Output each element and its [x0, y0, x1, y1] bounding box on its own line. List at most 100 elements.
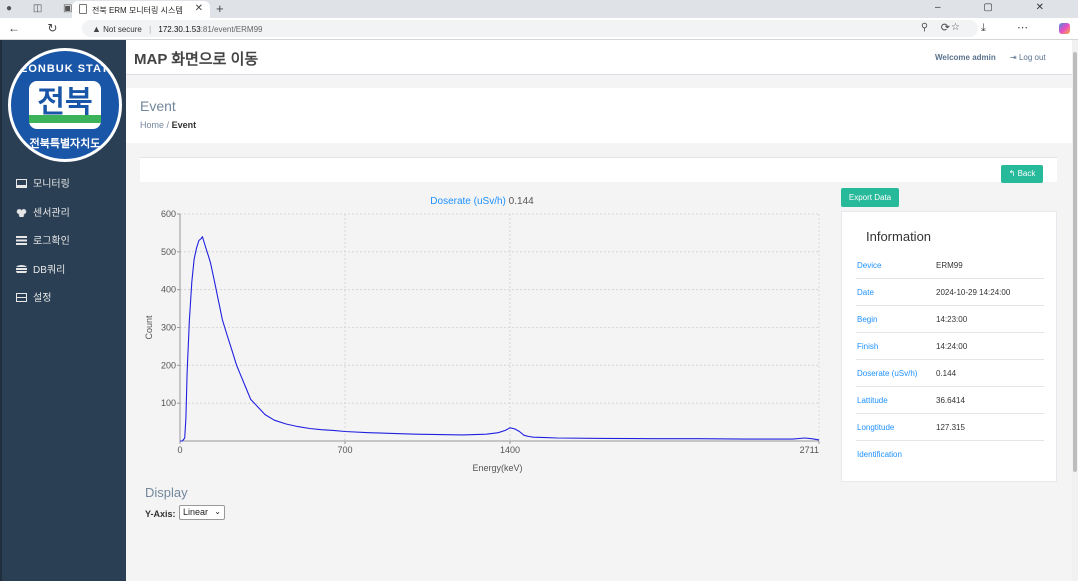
breadcrumb-home[interactable]: Home: [140, 120, 164, 130]
spectrum-chart-panel: 100 200 300 400 500 600 0 700 1400 2711 Doserate (…: [140, 182, 834, 482]
logout-label: Log out: [1018, 53, 1046, 62]
sidebar-item-logs[interactable]: 로그확인: [16, 235, 70, 264]
y-tick-label: 400: [161, 285, 176, 295]
browser-tab[interactable]: 전북 ERM 모니터링 시스템 ✕: [72, 1, 210, 18]
y-tick-label: 300: [161, 323, 176, 333]
spectrum-chart[interactable]: 100 200 300 400 500 600 0 700 1400 2711 Doserate (…: [140, 182, 834, 482]
info-key: Date: [857, 288, 874, 297]
y-tick-label: 600: [161, 209, 176, 219]
sidebar-item-label: 설정: [33, 293, 52, 304]
logout-link[interactable]: ⇥ Log out: [1010, 53, 1046, 62]
info-row-device: Device ERM99: [856, 252, 1044, 279]
page-header: Event Home / Event: [126, 88, 1072, 143]
url-separator: |: [149, 25, 152, 34]
logo-top-text: JEONBUK STATE: [12, 63, 118, 75]
back-button[interactable]: ↰ Back: [1001, 165, 1043, 183]
reply-icon: ↰: [1008, 169, 1018, 178]
info-row-identification: Identification: [856, 441, 1044, 468]
url-host: 172.30.1.53: [158, 25, 201, 34]
breadcrumb-current: Event: [171, 120, 197, 130]
x-tick-label: 0: [177, 445, 182, 455]
y-axis-label: Count: [144, 315, 154, 340]
jeonbuk-logo[interactable]: JEONBUK STATE 전북 전북특별자치도: [8, 48, 122, 162]
info-value: 14:23:00: [936, 315, 968, 324]
y-tick-label: 100: [161, 398, 176, 408]
top-nav: MAP 화면으로 이동 Welcome admin ⇥ Log out: [126, 40, 1072, 75]
x-axis-label: Energy(keV): [472, 463, 522, 473]
info-value: 127.315: [936, 423, 965, 432]
info-row-finish: Finish 14:24:00: [856, 333, 1044, 360]
info-row-date: Date 2024-10-29 14:24:00: [856, 279, 1044, 306]
back-button-label: Back: [1017, 169, 1036, 178]
breadcrumb: Home / Event: [140, 120, 196, 130]
browser-profile-icons[interactable]: ● ◫ ▣: [6, 3, 82, 14]
info-key: Identification: [857, 450, 902, 459]
list-icon: [16, 236, 27, 245]
url-path: :81/event/ERM99: [200, 25, 263, 34]
url-field[interactable]: ▲ Not secure | 172.30.1.53:81/event/ERM9…: [82, 20, 978, 37]
information-title: Information: [866, 229, 932, 244]
browser-address-bar: ← ↻ ⌂ ▲ Not secure | 172.30.1.53:81/even…: [0, 18, 1078, 40]
scrollbar-thumb[interactable]: [1073, 52, 1077, 472]
x-tick-label: 1400: [500, 445, 520, 455]
sidebar-item-label: 모니터링: [33, 179, 70, 190]
page-scrollbar[interactable]: [1072, 40, 1078, 581]
chart-title: Doserate (uSv/h) 0.144: [430, 196, 534, 207]
breadcrumb-separator: /: [166, 120, 170, 130]
chevron-down-icon: ⌄: [214, 507, 221, 516]
sidebar-item-monitoring[interactable]: 모니터링: [16, 178, 70, 207]
warning-icon: ▲: [92, 24, 101, 34]
sidebar-item-settings[interactable]: 설정: [16, 292, 70, 321]
yaxis-label: Y-Axis:: [145, 509, 176, 519]
x-tick-label: 2711: [800, 445, 819, 455]
yaxis-selected-value: Linear: [183, 507, 209, 517]
copilot-icon[interactable]: [1059, 22, 1070, 34]
export-data-button[interactable]: Export Data: [841, 188, 899, 207]
page-title: Event: [140, 98, 176, 114]
y-tick-label: 200: [161, 360, 176, 370]
info-row-begin: Begin 14:23:00: [856, 306, 1044, 333]
x-tick-label: 700: [337, 445, 352, 455]
info-key: Lattitude: [857, 396, 888, 405]
chart-title-value: 0.144: [509, 196, 534, 207]
display-title: Display: [145, 485, 188, 500]
logout-icon: ⇥: [1010, 53, 1019, 62]
page-favicon-icon: [79, 4, 87, 14]
browser-tab-title: 전북 ERM 모니터링 시스템: [92, 6, 183, 15]
new-tab-icon[interactable]: +: [216, 1, 224, 16]
welcome-text: Welcome admin: [935, 53, 996, 62]
sidebar-item-dbquery[interactable]: DB쿼리: [16, 264, 70, 293]
toolbar-panel: [140, 157, 1057, 182]
window-controls[interactable]: – ▢ ✕: [935, 2, 1064, 13]
info-key: Finish: [857, 342, 879, 351]
map-link[interactable]: MAP 화면으로 이동: [134, 48, 258, 69]
info-value: 0.144: [936, 369, 957, 378]
info-row-latitude: Lattitude 36.6414: [856, 387, 1044, 414]
settings-icon: [16, 293, 27, 302]
info-key: Doserate (uSv/h): [857, 369, 918, 378]
sidebar: JEONBUK STATE 전북 전북특별자치도 모니터링 센서관리 로그확인 …: [0, 40, 126, 581]
info-key: Longtitude: [857, 423, 895, 432]
info-value: 2024-10-29 14:24:00: [936, 288, 1011, 297]
y-tick-label: 500: [161, 247, 176, 257]
monitor-icon: [16, 179, 27, 188]
sidebar-item-label: 로그확인: [33, 236, 70, 247]
yaxis-select[interactable]: Linear ⌄: [179, 505, 225, 520]
sidebar-menu: 모니터링 센서관리 로그확인 DB쿼리 설정: [16, 178, 70, 321]
tab-close-icon[interactable]: ✕: [195, 3, 203, 14]
info-key: Device: [857, 261, 882, 270]
info-value: ERM99: [936, 261, 963, 270]
browser-tab-bar: ● ◫ ▣ 전북 ERM 모니터링 시스템 ✕ + – ▢ ✕: [0, 0, 1078, 18]
info-value: 36.6414: [936, 396, 965, 405]
chart-title-label: Doserate (uSv/h): [430, 196, 508, 207]
display-options: Display Y-Axis: Linear ⌄: [145, 485, 225, 520]
logo-bottom-text: 전북특별자치도: [29, 138, 101, 150]
info-row-longitude: Longtitude 127.315: [856, 414, 1044, 441]
info-row-doserate: Doserate (uSv/h) 0.144: [856, 360, 1044, 387]
logo-main-text: 전북: [37, 86, 93, 119]
browser-toolbar-icons[interactable]: ⟳ ⤓ ⋯: [941, 21, 1070, 35]
sidebar-item-sensors[interactable]: 센서관리: [16, 207, 70, 236]
cubes-icon: [16, 207, 27, 217]
info-key: Begin: [857, 315, 878, 324]
spectrum-line: [180, 236, 820, 442]
